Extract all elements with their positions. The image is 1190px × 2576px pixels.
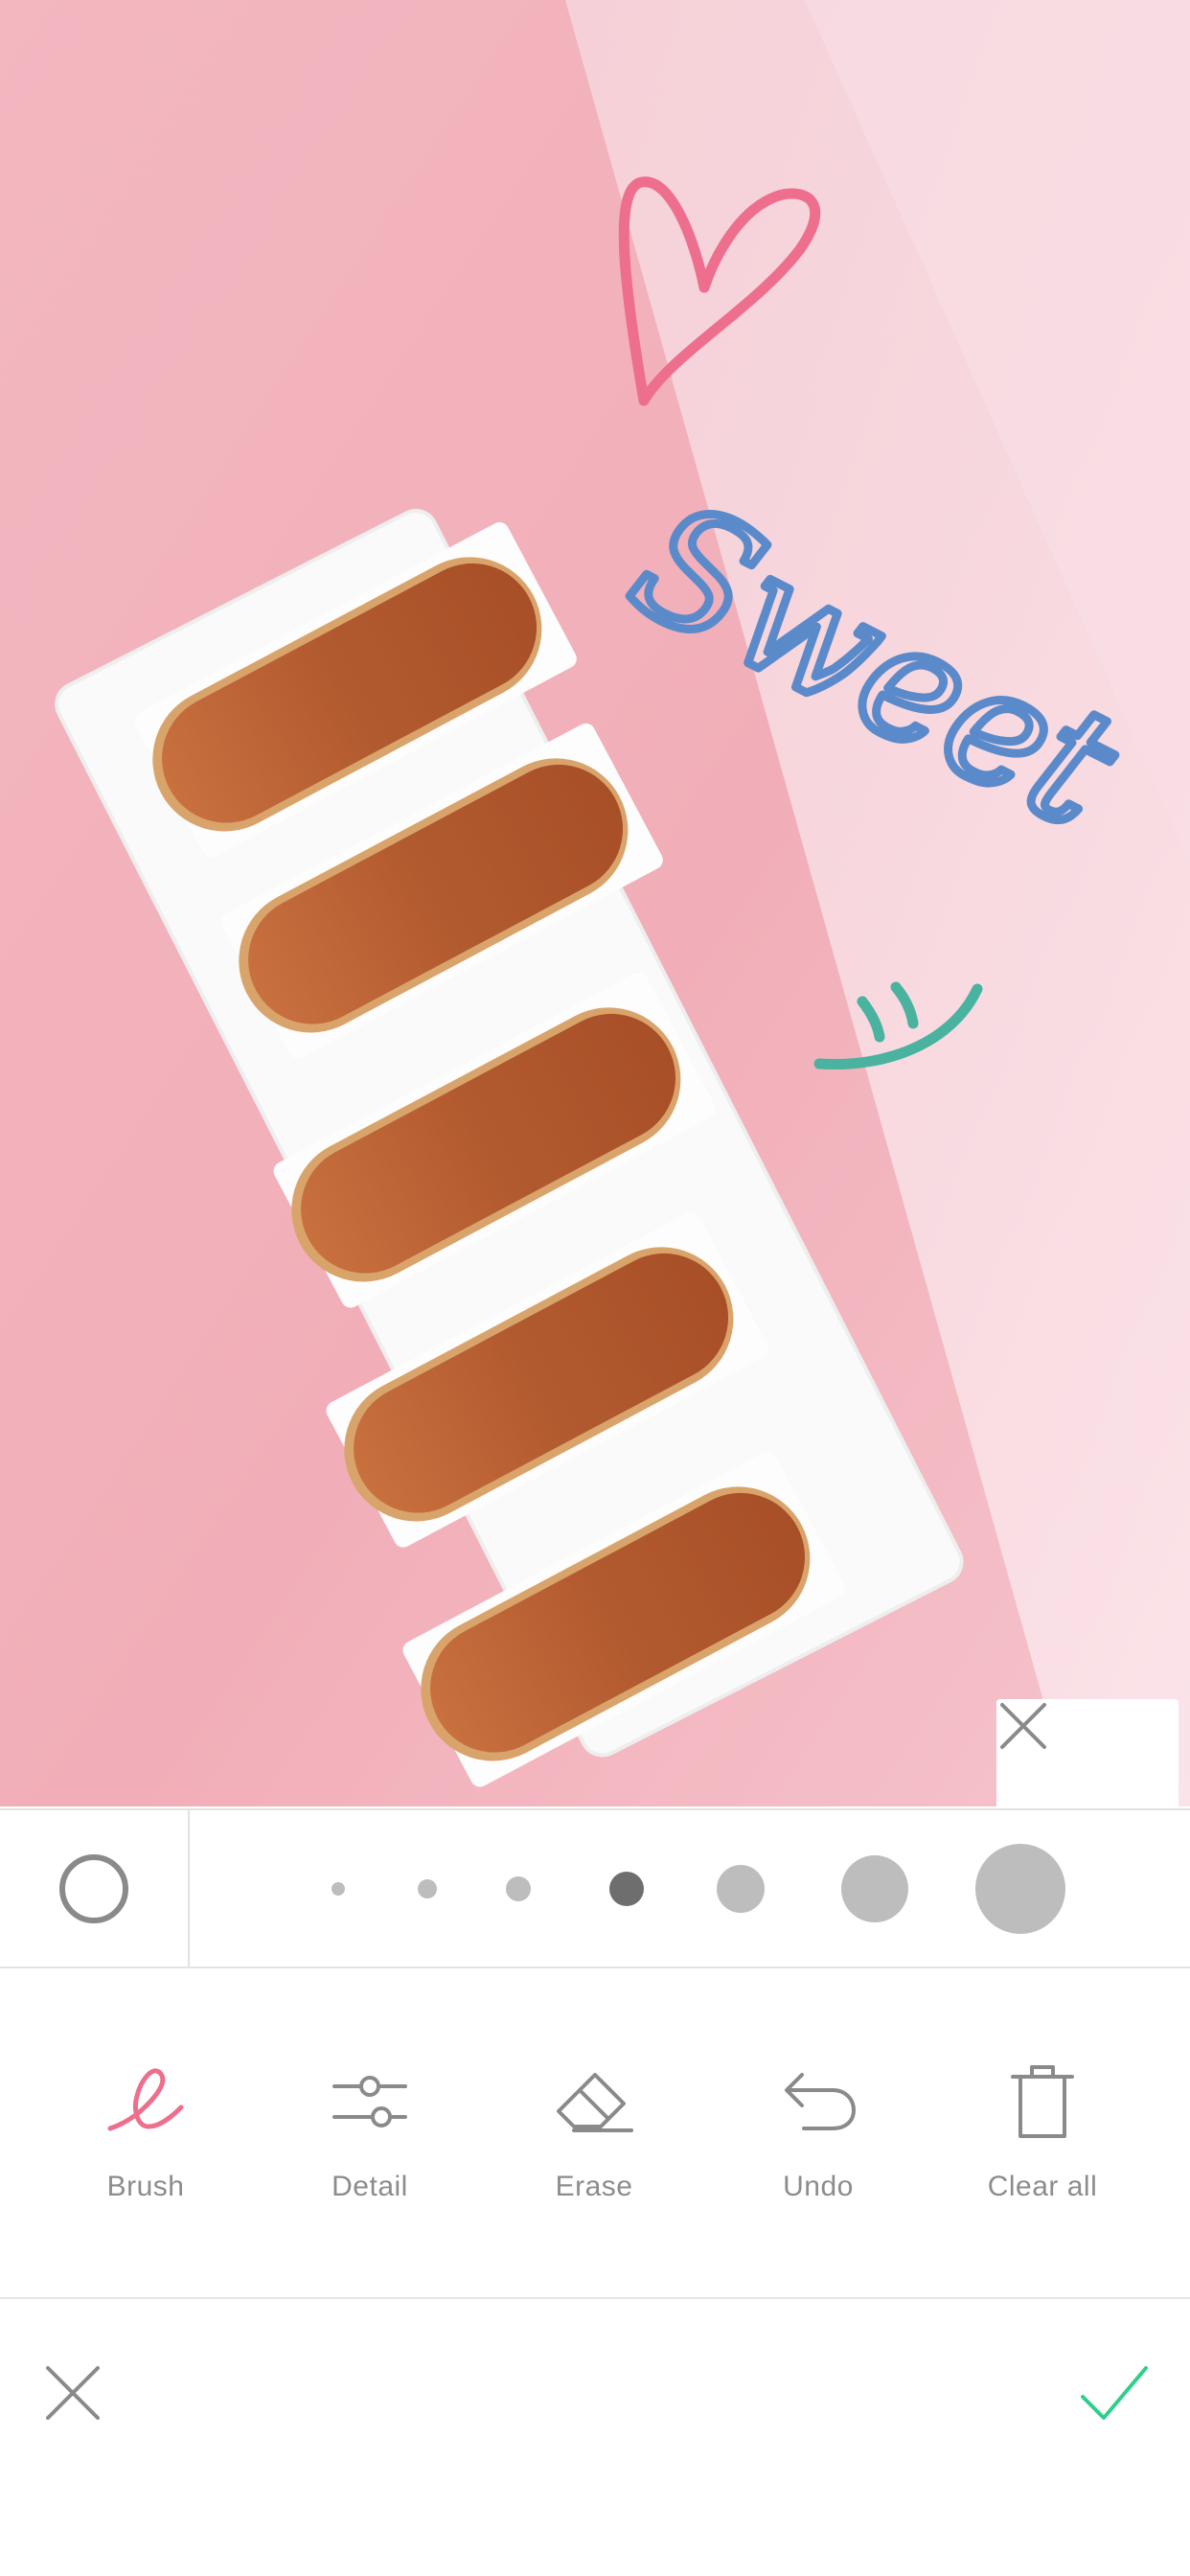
size-option-7[interactable] [975,1843,1065,1934]
size-option-4-selected[interactable] [609,1871,644,1906]
sliders-icon [332,2076,407,2128]
close-panel-button[interactable] [996,1699,1179,1806]
tool-erase[interactable]: Erase [498,1966,690,2297]
size-option-5[interactable] [717,1864,765,1913]
confirm-button[interactable] [1075,2358,1152,2427]
footer-bar [0,2299,1190,2576]
close-icon [1000,1703,1046,1749]
tool-label: Brush [106,2171,185,2202]
size-option-1[interactable] [332,1881,345,1896]
check-icon [1081,2366,1148,2420]
tool-brush[interactable]: Brush [50,1966,241,2297]
brush-size-bar [0,1808,1190,1968]
photo-image[interactable]: Sweet [0,0,1190,1806]
tool-label: Undo [783,2171,854,2202]
tool-clear-all[interactable]: Clear all [947,1966,1138,2297]
trash-icon [1011,2065,1074,2138]
tool-label: Clear all [987,2171,1098,2202]
tool-undo[interactable]: Undo [722,1966,914,2297]
color-picker-button[interactable] [0,1810,190,1966]
size-option-3[interactable] [506,1875,531,1901]
size-option-6[interactable] [841,1854,908,1922]
tool-detail[interactable]: Detail [274,1966,466,2297]
circle-outline-icon [59,1853,128,1923]
tool-label: Detail [332,2171,408,2202]
eraser-icon [557,2073,633,2132]
size-selector [190,1810,1190,1966]
close-icon [46,2366,100,2420]
tool-bar: Brush Detail Erase Undo Clear all [0,1966,1190,2299]
undo-icon [785,2073,856,2130]
tool-label: Erase [555,2171,633,2202]
brush-icon [107,2068,184,2131]
cancel-button[interactable] [38,2358,107,2427]
photo-canvas[interactable]: Sweet [0,0,1190,1806]
size-option-2[interactable] [418,1878,437,1898]
